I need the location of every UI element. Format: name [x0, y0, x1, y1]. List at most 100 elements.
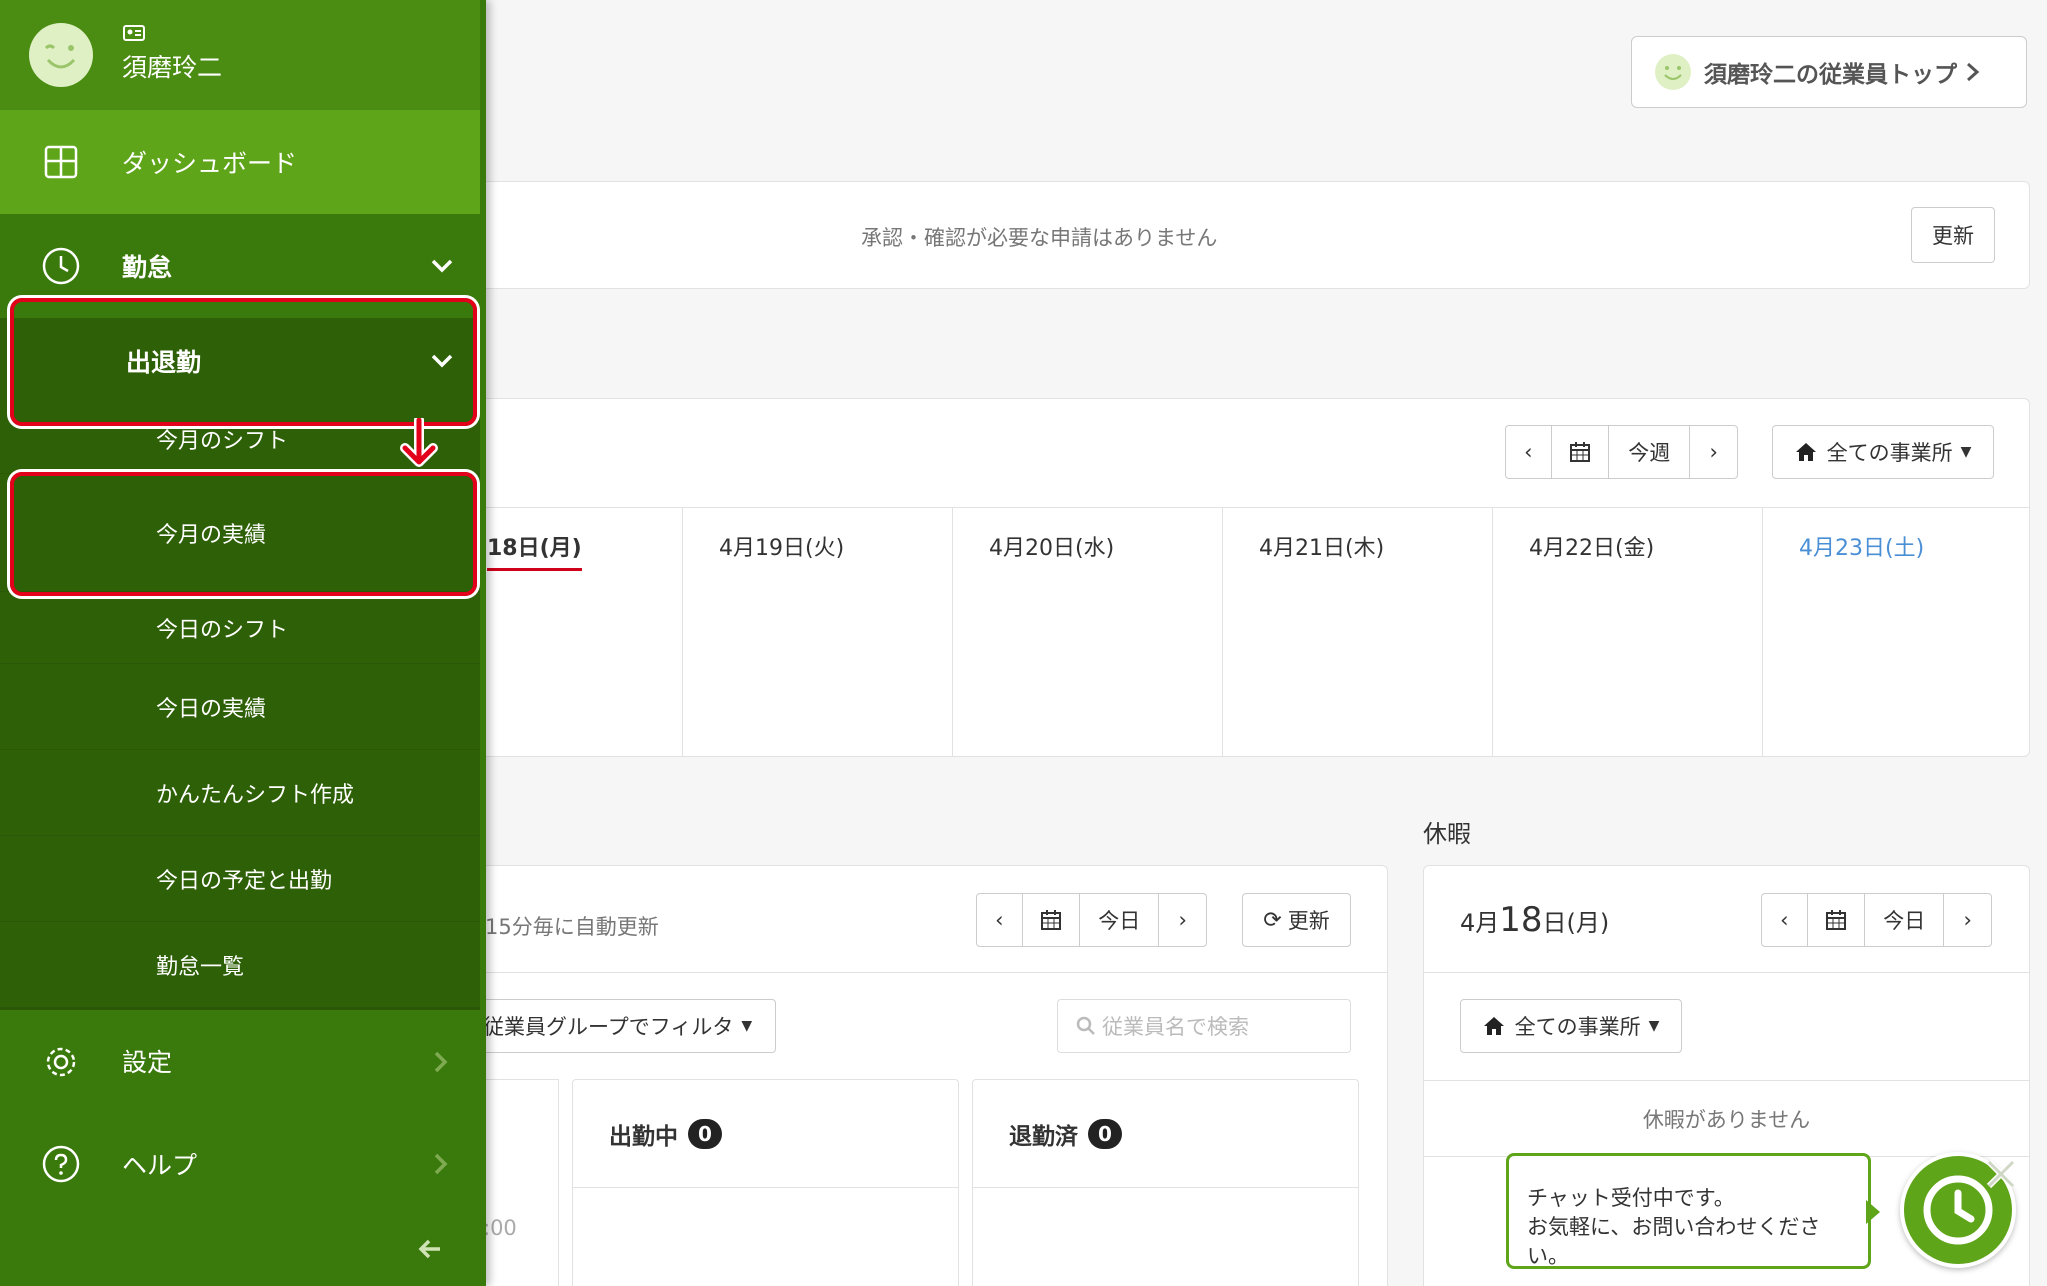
week-this-week-button[interactable]: 今週	[1609, 426, 1691, 478]
group-filter-label: 従業員グループでフィルタ	[483, 1015, 734, 1039]
refresh-icon: ⟳	[1263, 907, 1282, 933]
caret-down-icon: ▼	[1960, 444, 1972, 460]
leave-office-filter[interactable]: 全ての事業所 ▼	[1460, 999, 1682, 1053]
gear-icon	[46, 1047, 76, 1077]
sidebar-item-help[interactable]: ヘルプ	[0, 1112, 480, 1216]
sidebar-user-header[interactable]: 須磨玲二	[0, 0, 480, 110]
chat-bubble[interactable]: チャット受付中です。 お気軽に、お問い合わせください。	[1506, 1153, 1871, 1269]
submenu-easy-shift[interactable]: かんたんシフト作成	[0, 750, 480, 836]
help-icon	[42, 1145, 80, 1183]
id-card-icon	[123, 25, 145, 41]
week-prev-button[interactable]: ‹	[1506, 426, 1552, 478]
week-office-filter-label: 全ての事業所	[1826, 441, 1953, 465]
sidebar-user-name: 須磨玲二	[122, 53, 223, 82]
search-placeholder: 従業員名で検索	[1102, 1015, 1249, 1039]
home-icon	[1483, 1017, 1504, 1035]
attendance-refresh-button[interactable]: ⟳ 更新	[1242, 893, 1351, 947]
clock-icon	[42, 247, 80, 285]
chat-bubble-pointer	[1866, 1200, 1880, 1224]
sidebar-item-dashboard[interactable]: ダッシュボード	[0, 110, 480, 214]
on-duty-label: 出勤中	[609, 1123, 678, 1150]
calendar-icon	[1825, 910, 1846, 930]
day-label-mon: 18日(月)	[487, 530, 582, 571]
leave-today-button[interactable]: 今日	[1865, 894, 1945, 946]
employee-top-label: 須磨玲二の従業員トップ	[1704, 62, 1957, 88]
collapse-sidebar-button[interactable]	[410, 1233, 450, 1265]
submenu-monthly-shift-label: 今月のシフト	[156, 428, 289, 454]
attendance-calendar-button[interactable]	[1023, 894, 1081, 946]
sidebar-item-settings[interactable]: 設定	[0, 1008, 480, 1112]
submenu-attendance-list-label: 勤怠一覧	[156, 954, 245, 980]
leave-next-button[interactable]: ›	[1944, 894, 1991, 946]
day-label-wed: 4月20日(水)	[989, 536, 1115, 561]
submenu-easy-shift-label: かんたんシフト作成	[156, 782, 355, 808]
leave-calendar-button[interactable]	[1808, 894, 1866, 946]
submenu-today-schedule-label: 今日の予定と出勤	[156, 868, 333, 894]
attendance-today-button[interactable]: 今日	[1080, 894, 1160, 946]
off-duty-count-badge: 0	[1088, 1118, 1122, 1149]
search-icon	[1076, 1016, 1095, 1035]
attendance-prev-button[interactable]: ‹	[977, 894, 1023, 946]
highlight-monthly-record	[10, 472, 477, 596]
avatar	[29, 23, 93, 87]
leave-date: 4月 18 日(月)	[1460, 900, 1609, 940]
employee-top-button[interactable]: 須磨玲二の従業員トップ	[1631, 36, 2027, 108]
chevron-right-icon	[434, 1051, 448, 1073]
day-column-wed: 4月20日(水)	[952, 508, 1222, 757]
submenu-today-shift[interactable]: 今日のシフト	[0, 592, 480, 664]
annotation-arrow	[400, 418, 438, 467]
smiley-icon	[1655, 54, 1691, 90]
status-column-off-duty: 退勤済 0	[972, 1079, 1359, 1286]
day-label-sat: 4月23日(土)	[1799, 536, 1925, 561]
week-next-button[interactable]: ›	[1690, 426, 1737, 478]
calendar-icon	[1040, 910, 1061, 930]
week-day-row: 18日(月) 4月19日(火) 4月20日(水) 4月21日(木) 4月22日(…	[421, 507, 2029, 757]
caret-down-icon: ▼	[1648, 1018, 1660, 1034]
submenu-today-record-label: 今日の実績	[156, 696, 267, 722]
waiting-time-text: :00	[483, 1216, 517, 1240]
sidebar-item-attendance-label: 勤怠	[122, 253, 173, 282]
leave-date-month: 4月	[1460, 909, 1500, 937]
sidebar: 須磨玲二 ダッシュボード 勤怠 出退勤 今月のシフト 今月の実績 今日のシフト …	[0, 0, 486, 1286]
chat-close-icon[interactable]	[1981, 1154, 2021, 1194]
employee-search-input[interactable]: 従業員名で検索	[1057, 999, 1351, 1053]
approvals-refresh-button[interactable]: 更新	[1911, 207, 1995, 263]
chevron-right-icon	[434, 1153, 448, 1175]
attendance-refresh-label: 更新	[1287, 909, 1330, 933]
leave-divider	[1424, 972, 2029, 973]
week-office-filter[interactable]: 全ての事業所 ▼	[1772, 425, 1994, 479]
highlight-clock-in-out	[10, 298, 477, 426]
attendance-card: 15分毎に自動更新 ‹ 今日 › ⟳ 更新 従業員グループでフィルタ ▼ 従業員…	[416, 865, 1388, 1286]
leave-date-day: 18	[1499, 900, 1543, 940]
leave-office-filter-label: 全ての事業所	[1514, 1015, 1641, 1039]
chat-line-2: お気軽に、お問い合わせください。	[1527, 1215, 1821, 1268]
calendar-icon	[1569, 442, 1590, 462]
leave-heading: 休暇	[1423, 820, 1471, 848]
week-shift-card: ‹ 今週 › 全ての事業所 ▼ 18日(月) 4月19日(火) 4月20日(水)…	[420, 398, 2030, 757]
day-column-thu: 4月21日(木)	[1222, 508, 1492, 757]
chevron-right-icon	[1967, 62, 1980, 82]
submenu-attendance-list[interactable]: 勤怠一覧	[0, 922, 480, 1008]
approvals-message: 承認・確認が必要な申請はありません	[861, 226, 1218, 250]
on-duty-header: 出勤中 0	[573, 1080, 958, 1188]
day-label-fri: 4月22日(金)	[1529, 536, 1655, 561]
day-label-tue: 4月19日(火)	[719, 536, 845, 561]
chevron-down-icon	[431, 259, 453, 273]
submenu-today-schedule[interactable]: 今日の予定と出勤	[0, 836, 480, 922]
auto-refresh-text: 15分毎に自動更新	[485, 915, 659, 939]
day-column-tue: 4月19日(火)	[682, 508, 952, 757]
arrow-left-icon	[418, 1239, 440, 1259]
week-calendar-button[interactable]	[1552, 426, 1610, 478]
status-column-on-duty: 出勤中 0	[572, 1079, 959, 1286]
dashboard-icon	[44, 145, 78, 179]
sidebar-item-settings-label: 設定	[122, 1048, 173, 1077]
leave-prev-button[interactable]: ‹	[1762, 894, 1808, 946]
leave-date-suffix: 日(月)	[1542, 909, 1610, 937]
day-label-thu: 4月21日(木)	[1259, 536, 1385, 561]
week-nav-group: ‹ 今週 ›	[1505, 425, 1738, 479]
sidebar-item-help-label: ヘルプ	[122, 1151, 198, 1180]
approvals-card: 承認・確認が必要な申請はありません 更新	[420, 181, 2030, 289]
submenu-today-record[interactable]: 今日の実績	[0, 664, 480, 750]
attendance-next-button[interactable]: ›	[1159, 894, 1206, 946]
attendance-divider	[421, 972, 1387, 973]
